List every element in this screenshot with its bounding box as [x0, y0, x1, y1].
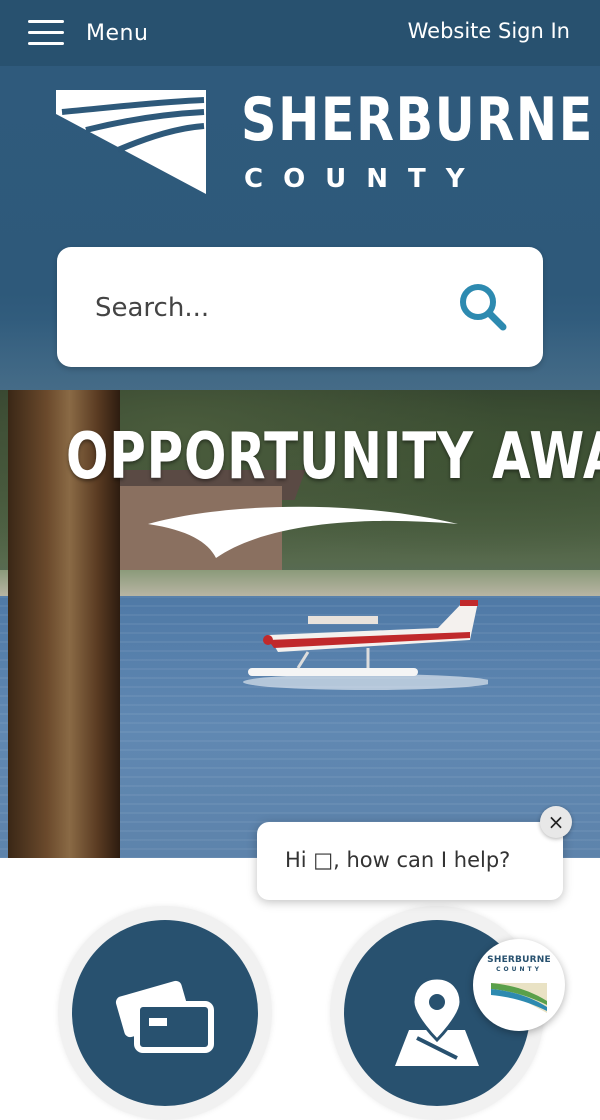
credit-card-icon [115, 980, 214, 1053]
search-input[interactable] [93, 285, 437, 331]
menu-button[interactable]: Menu [28, 14, 148, 52]
seaplane-graphic [243, 600, 488, 690]
hero-title: OPPORTUNITY AWAITS [66, 420, 600, 494]
map-pin-icon [395, 976, 479, 1066]
hero-image: OPPORTUNITY AWAITS [0, 390, 600, 858]
chat-greeting-text: Hi □, how can I help? [285, 848, 511, 872]
logo-mark-icon [56, 90, 206, 194]
website-sign-in-link[interactable]: Website Sign In [408, 19, 570, 43]
hamburger-icon[interactable] [28, 20, 64, 46]
top-bar: Menu Website Sign In [0, 0, 600, 66]
search-icon[interactable] [457, 281, 509, 333]
search-box [57, 247, 543, 367]
chat-close-button[interactable]: × [540, 806, 572, 838]
logo-subtitle: COUNTY [244, 164, 485, 194]
logo-name: SHERBURNE [241, 85, 594, 155]
chat-greeting-bubble[interactable]: Hi □, how can I help? [257, 822, 563, 900]
quick-link-circle[interactable] [72, 920, 258, 1106]
county-logo-icon [491, 983, 547, 1013]
menu-label[interactable]: Menu [86, 21, 148, 46]
quick-link-payments[interactable] [58, 906, 272, 1120]
chat-launcher-button[interactable]: SHERBURNE COUNTY [473, 939, 565, 1031]
swoosh-graphic [148, 506, 458, 558]
county-logo[interactable]: SHERBURNE COUNTY [56, 85, 592, 198]
